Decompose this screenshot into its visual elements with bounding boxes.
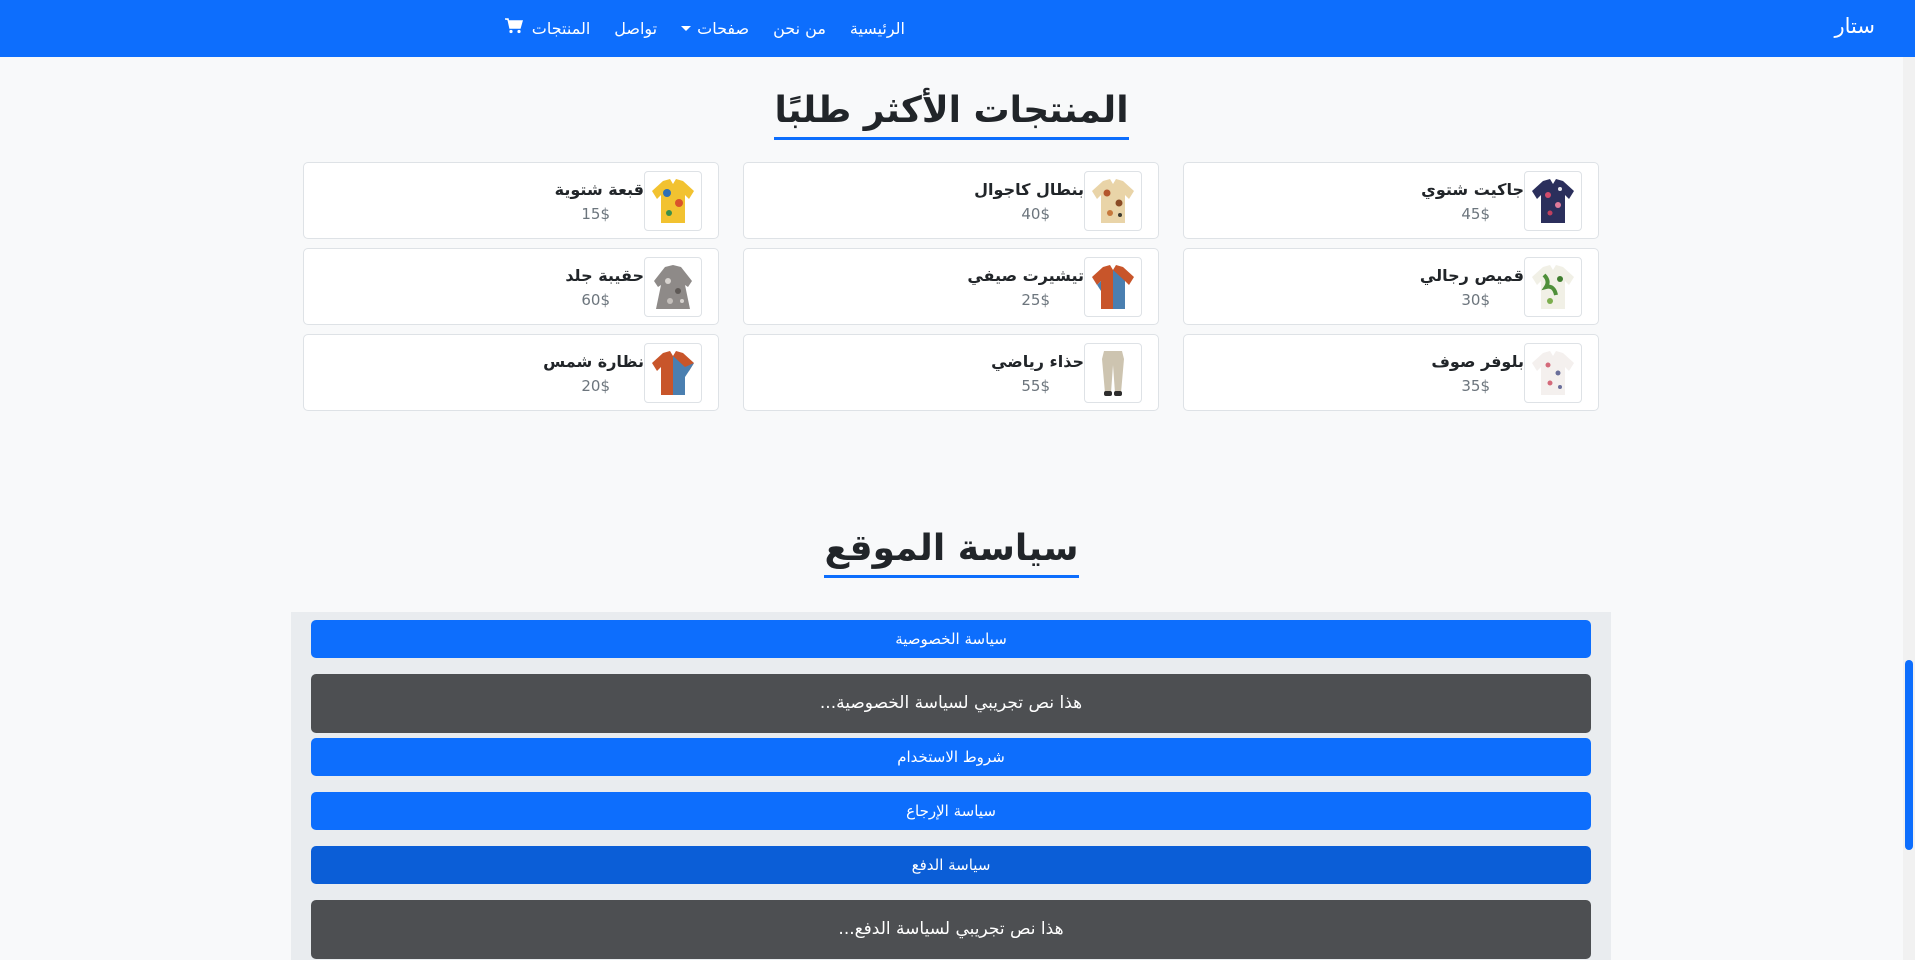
product-name: قبعة شتوية — [554, 180, 644, 199]
product-image — [644, 257, 702, 317]
product-price: 45$ — [1461, 205, 1490, 223]
best-sellers-title: المنتجات الأكثر طلبًا — [774, 88, 1129, 140]
product-name: نظارة شمس — [543, 352, 644, 371]
nav-link-products[interactable]: المنتجات — [504, 18, 591, 38]
nav-menu: الرئيسية من نحن صفحات تواصل المنتجات — [504, 18, 905, 38]
page: ستار الرئيسية من نحن صفحات تواصل المنتجا… — [0, 0, 1915, 960]
product-image — [1084, 257, 1142, 317]
nav-link-pages[interactable]: صفحات — [697, 19, 749, 38]
product-card[interactable]: تيشيرت صيفي 25$ — [743, 248, 1159, 325]
product-card[interactable]: قبعة شتوية 15$ — [303, 162, 719, 239]
refund-policy-button[interactable]: سياسة الإرجاع — [311, 792, 1591, 830]
product-card[interactable]: بنطال كاجوال 40$ — [743, 162, 1159, 239]
product-name: تيشيرت صيفي — [967, 266, 1084, 285]
product-card[interactable]: حذاء رياضي 55$ — [743, 334, 1159, 411]
payment-policy-button[interactable]: سياسة الدفع — [311, 846, 1591, 884]
product-card[interactable]: جاكيت شتوي 45$ — [1183, 162, 1599, 239]
policy-heading: سياسة الموقع — [0, 526, 1903, 578]
privacy-policy-button[interactable]: سياسة الخصوصية — [311, 620, 1591, 658]
product-image — [1524, 343, 1582, 403]
brand-logo[interactable]: ستار — [1835, 14, 1875, 38]
best-sellers-heading: المنتجات الأكثر طلبًا — [0, 88, 1903, 140]
product-price: 55$ — [1021, 377, 1050, 395]
product-price: 40$ — [1021, 205, 1050, 223]
product-name: حذاء رياضي — [991, 352, 1084, 371]
scrollbar-thumb[interactable] — [1905, 660, 1913, 850]
terms-of-use-button[interactable]: شروط الاستخدام — [311, 738, 1591, 776]
product-card[interactable]: بلوفر صوف 35$ — [1183, 334, 1599, 411]
product-name: حقيبة جلد — [565, 266, 644, 285]
product-image — [1084, 171, 1142, 231]
product-name: بلوفر صوف — [1431, 352, 1524, 371]
product-price: 20$ — [581, 377, 610, 395]
product-card[interactable]: نظارة شمس 20$ — [303, 334, 719, 411]
product-price: 35$ — [1461, 377, 1490, 395]
nav-link-products-label: المنتجات — [531, 19, 591, 38]
product-price: 15$ — [581, 205, 610, 223]
nav-dropdown-pages[interactable]: صفحات — [681, 19, 749, 38]
payment-policy-text: هذا نص تجريبي لسياسة الدفع... — [311, 900, 1591, 959]
product-card[interactable]: قميص رجالي 30$ — [1183, 248, 1599, 325]
product-card[interactable]: حقيبة جلد 60$ — [303, 248, 719, 325]
product-name: جاكيت شتوي — [1421, 180, 1524, 199]
page-scrollbar[interactable] — [1903, 57, 1915, 960]
product-image — [1084, 343, 1142, 403]
nav-link-contact[interactable]: تواصل — [614, 19, 657, 38]
nav-link-home[interactable]: الرئيسية — [850, 19, 905, 38]
policy-accordion: سياسة الخصوصية هذا نص تجريبي لسياسة الخص… — [291, 612, 1611, 960]
shopping-cart-icon — [504, 18, 523, 34]
product-image — [1524, 171, 1582, 231]
caret-down-icon — [681, 25, 692, 31]
navbar: ستار الرئيسية من نحن صفحات تواصل المنتجا… — [0, 0, 1915, 57]
products-grid: جاكيت شتوي 45$ بنطال كاجوال 40$ قبعة شتو… — [303, 162, 1599, 411]
privacy-policy-text: هذا نص تجريبي لسياسة الخصوصية... — [311, 674, 1591, 733]
product-price: 30$ — [1461, 291, 1490, 309]
product-image — [644, 343, 702, 403]
product-image — [644, 171, 702, 231]
product-name: بنطال كاجوال — [974, 180, 1084, 199]
product-price: 60$ — [581, 291, 610, 309]
product-image — [1524, 257, 1582, 317]
product-name: قميص رجالي — [1419, 266, 1524, 285]
nav-link-about[interactable]: من نحن — [773, 19, 826, 38]
product-price: 25$ — [1021, 291, 1050, 309]
policy-title: سياسة الموقع — [824, 526, 1079, 578]
